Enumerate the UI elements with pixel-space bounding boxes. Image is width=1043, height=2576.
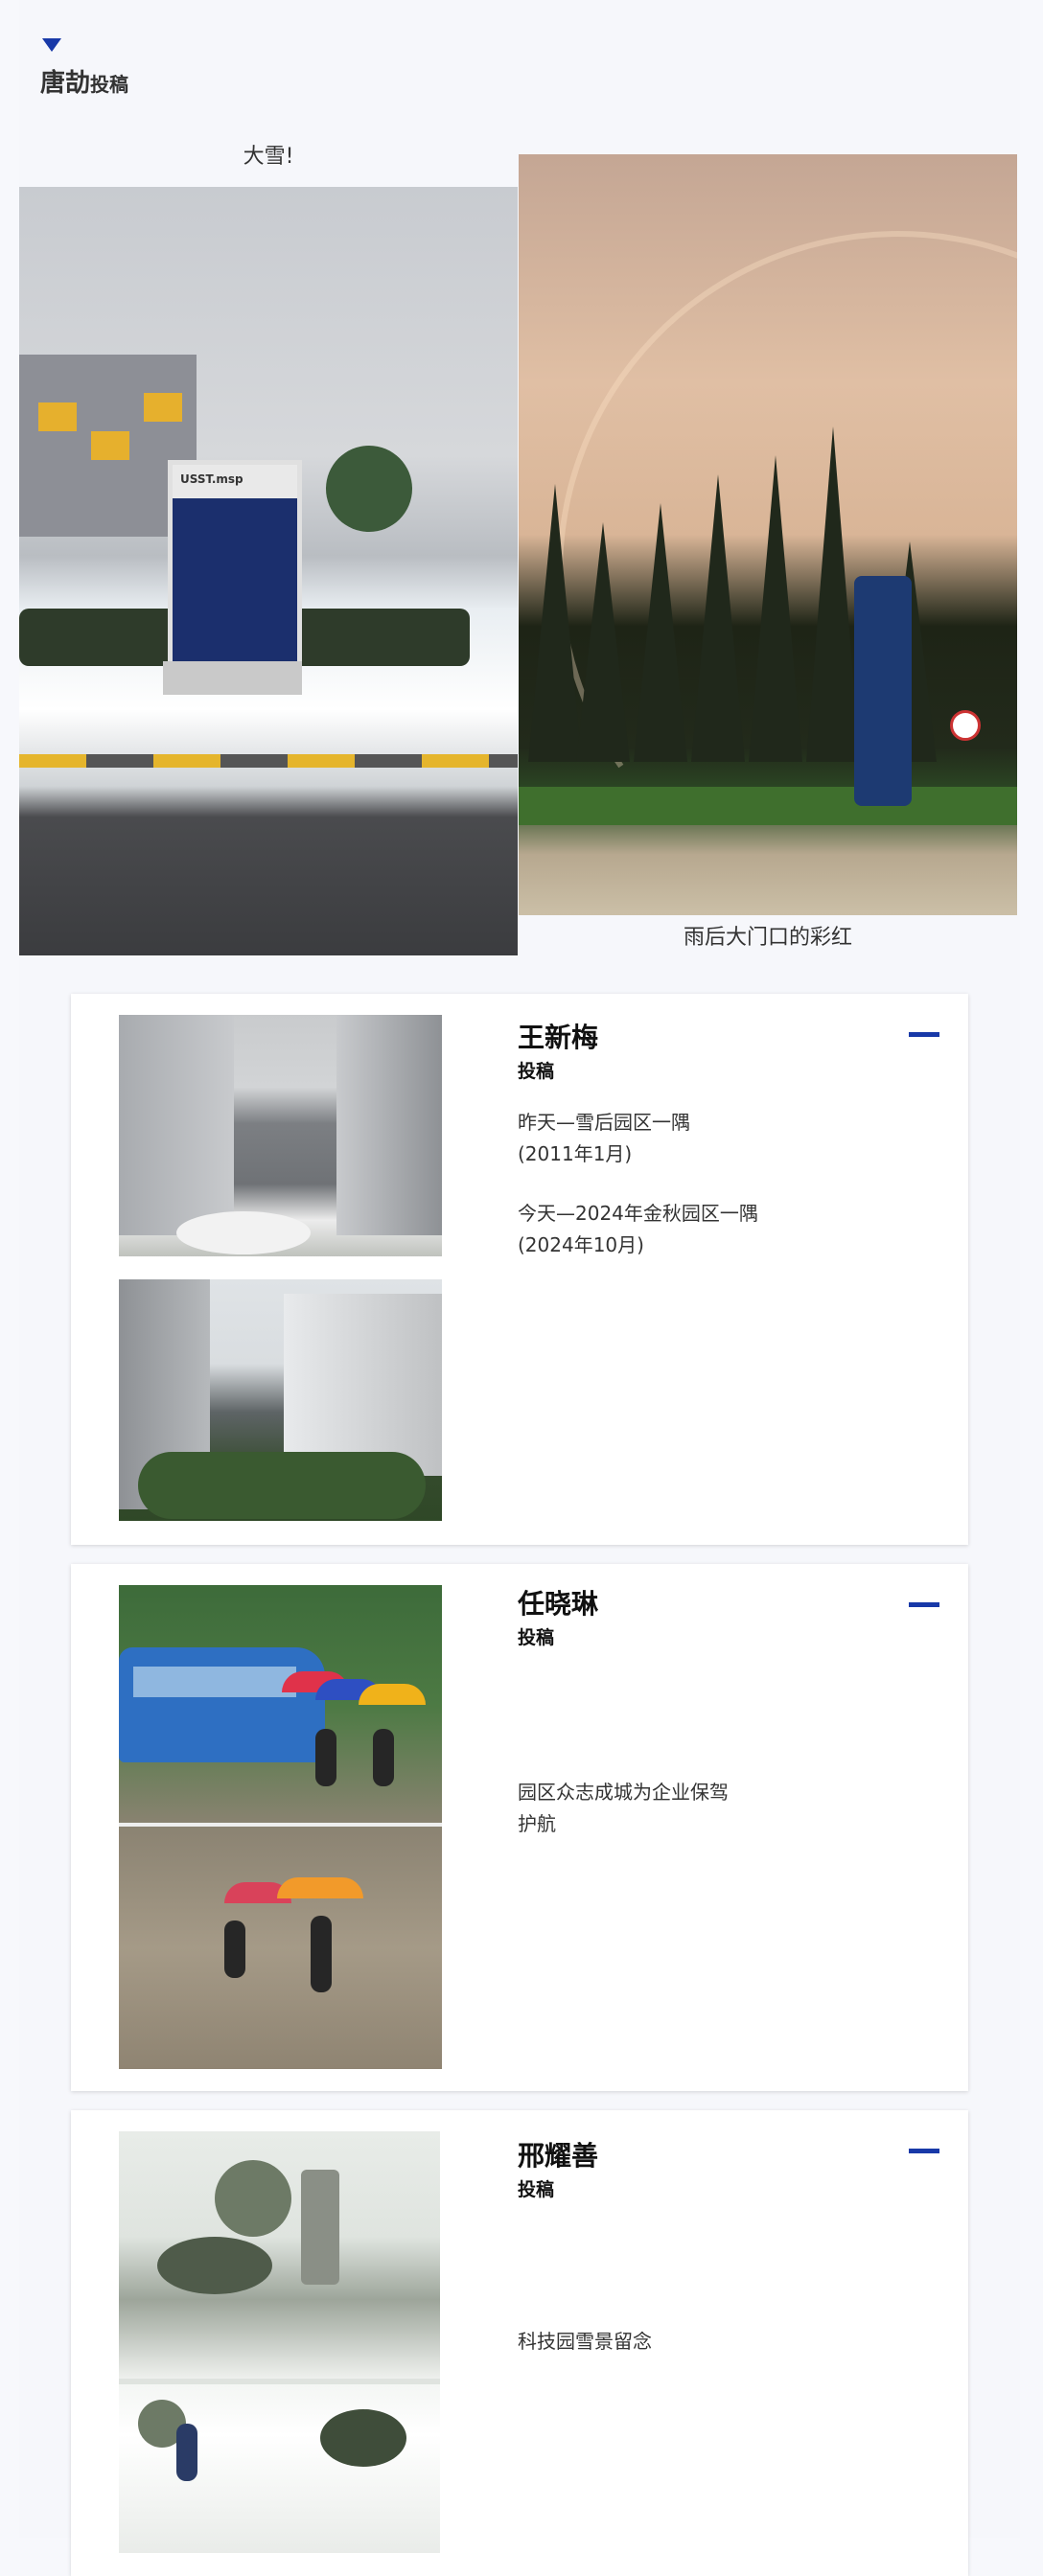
card-text: 园区众志成城为企业保驾 护航	[518, 1777, 729, 1840]
top-author-name: 唐劼	[40, 69, 91, 98]
snow-scene-photo[interactable]	[119, 2131, 440, 2553]
bus	[119, 1647, 325, 1762]
building-right	[336, 1015, 442, 1235]
curb	[19, 754, 518, 768]
palm-tree	[326, 446, 412, 532]
tree	[576, 522, 630, 762]
building-right	[284, 1294, 442, 1476]
card-text-line: 护航	[518, 1812, 556, 1835]
autumn-corridor-photo[interactable]	[119, 1279, 442, 1521]
snow-photo[interactable]: USST.msp	[19, 187, 518, 955]
top-author: 唐劼投稿	[40, 63, 128, 99]
lawn	[519, 787, 1017, 825]
park-pillar-sign	[854, 576, 912, 806]
card-text-line: (2024年10月)	[518, 1233, 644, 1256]
umbrella	[359, 1684, 426, 1705]
photo-divider	[119, 2379, 440, 2384]
tree	[806, 426, 860, 762]
shrub	[157, 2237, 272, 2294]
bus-window	[133, 1667, 296, 1697]
tree	[528, 484, 582, 762]
card-text-line: 昨天—雪后园区一隅	[518, 1111, 690, 1134]
umbrella	[277, 1877, 363, 1898]
building-left	[119, 1015, 234, 1235]
card-text-line: (2011年1月)	[518, 1142, 633, 1165]
tree	[749, 455, 802, 762]
person	[176, 2424, 197, 2481]
caption-snow: 大雪!	[243, 145, 294, 169]
tree	[691, 474, 745, 762]
card-text-gap	[518, 1170, 758, 1198]
card-author-name: 任晓琳	[518, 1588, 599, 1620]
top-author-tag: 投稿	[90, 73, 129, 96]
snow-bush	[176, 1211, 311, 1254]
contribution-card: 任晓琳 投稿 园区众志成城为企业保驾 护航	[71, 1564, 968, 2091]
photo-divider	[119, 1823, 442, 1827]
speed-sign	[950, 710, 981, 741]
green-bush	[138, 1452, 426, 1519]
card-text: 科技园雪景留念	[518, 2326, 652, 2358]
sign-text: USST.msp	[180, 472, 243, 486]
contribution-card: 邢耀善 投稿 科技园雪景留念	[71, 2110, 968, 2576]
card-author-tag: 投稿	[518, 1061, 555, 1082]
card-text-line: 今天—2024年金秋园区一隅	[518, 1202, 758, 1225]
caption-rainbow: 雨后大门口的彩红	[683, 926, 852, 950]
dash-icon	[909, 1602, 939, 1607]
flood-photo[interactable]	[119, 1585, 442, 2069]
park-map-sign: USST.msp	[168, 460, 302, 671]
card-author-name: 邢耀善	[518, 2140, 599, 2172]
person	[311, 1916, 332, 1992]
sign-base	[163, 661, 302, 695]
tree	[215, 2160, 291, 2237]
card-author-name: 王新梅	[518, 1022, 599, 1053]
triangle-down-icon[interactable]	[42, 38, 61, 52]
card-text-line: 园区众志成城为企业保驾	[518, 1781, 729, 1804]
card-author-tag: 投稿	[518, 1627, 555, 1648]
card-text-line: 科技园雪景留念	[518, 2330, 652, 2353]
person	[315, 1729, 336, 1786]
person	[373, 1729, 394, 1786]
dash-icon	[909, 2149, 939, 2153]
card-author-tag: 投稿	[518, 2179, 555, 2200]
contribution-card: 王新梅 投稿 昨天—雪后园区一隅 (2011年1月) 今天—2024年金秋园区一…	[71, 994, 968, 1545]
building-panel	[144, 393, 182, 422]
dash-icon	[909, 1032, 939, 1037]
tree	[634, 503, 687, 762]
building-panel	[91, 431, 129, 460]
rainbow-photo[interactable]	[519, 154, 1017, 915]
lamp-post	[301, 2170, 339, 2285]
snow-corridor-photo[interactable]	[119, 1015, 442, 1256]
person	[224, 1920, 245, 1978]
building-panel	[38, 402, 77, 431]
sign-header: USST.msp	[173, 465, 297, 498]
card-text: 昨天—雪后园区一隅 (2011年1月) 今天—2024年金秋园区一隅 (2024…	[518, 1107, 758, 1261]
shrub	[320, 2409, 406, 2467]
